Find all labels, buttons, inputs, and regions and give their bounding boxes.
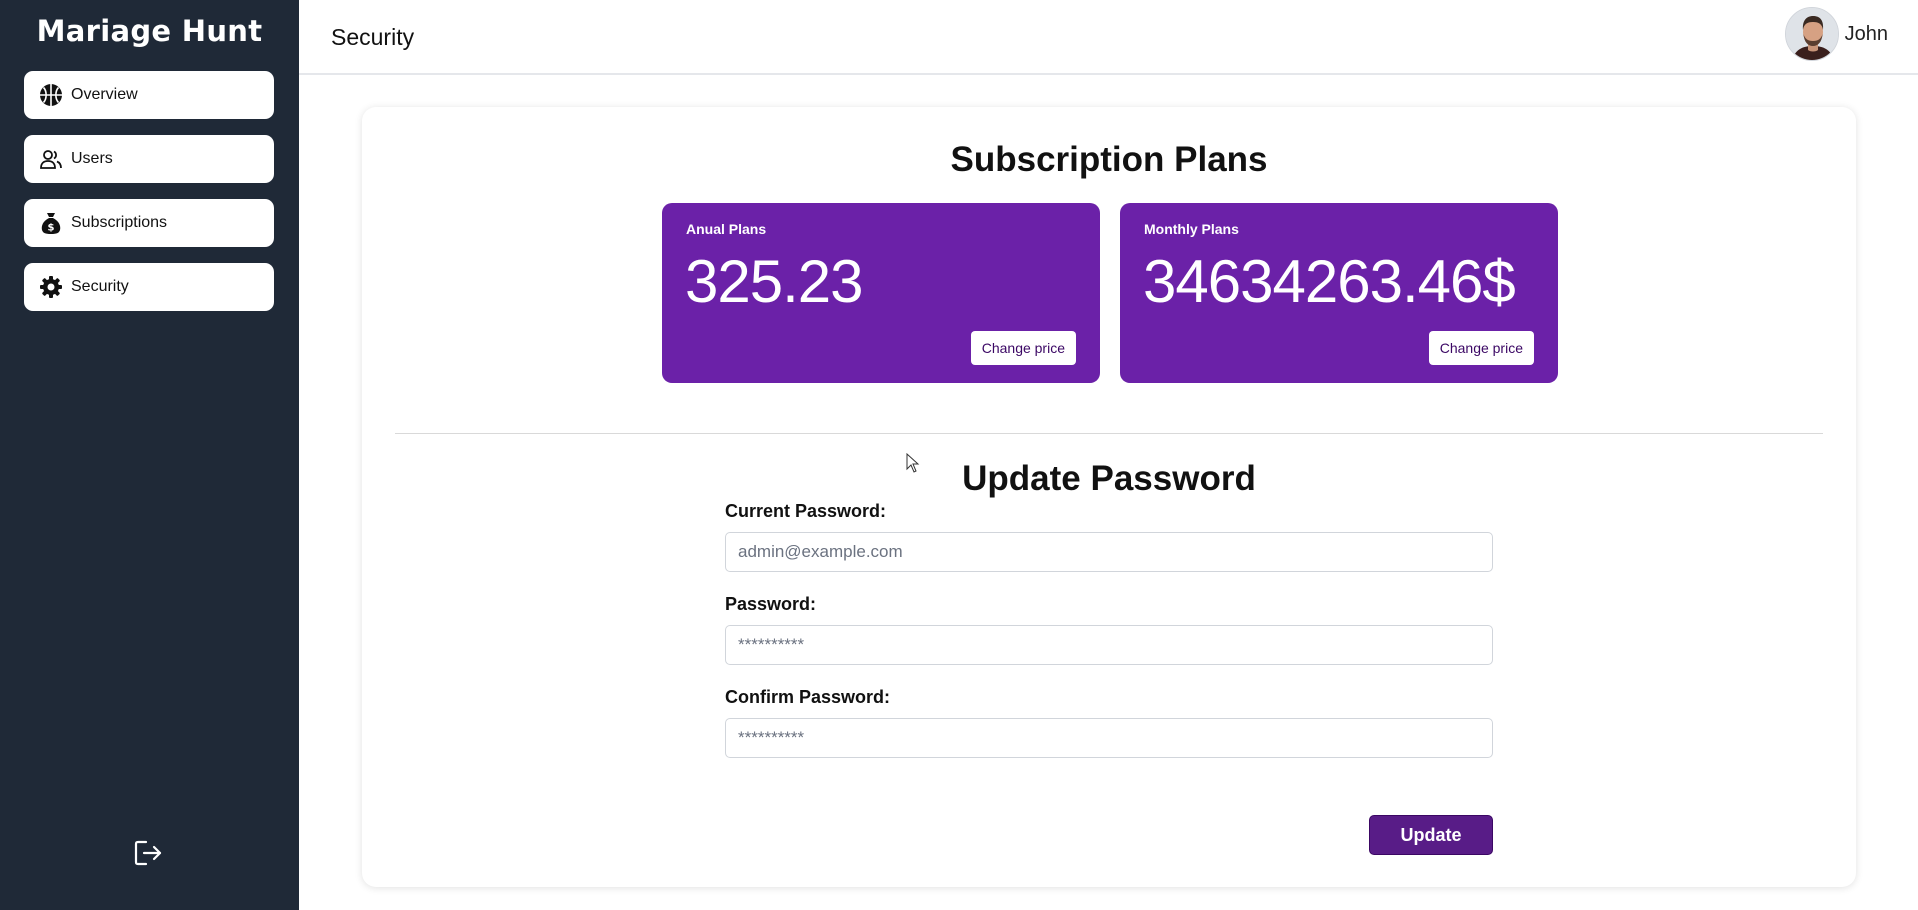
confirm-password-input[interactable] xyxy=(725,718,1493,758)
current-password-label: Current Password: xyxy=(725,501,887,521)
sidebar-item-security[interactable]: Security xyxy=(24,263,274,311)
sidebar-item-label: Users xyxy=(71,150,113,167)
sidebar-item-subscriptions[interactable]: $ Subscriptions xyxy=(24,199,274,247)
confirm-password-label: Confirm Password: xyxy=(725,687,891,707)
basketball-icon xyxy=(39,83,63,107)
top-header: Security John xyxy=(299,0,1918,75)
gear-icon xyxy=(39,275,63,299)
page-title: Security xyxy=(331,24,415,50)
sidebar: Mariage Hunt Overview Users $ Subscripti… xyxy=(0,0,299,910)
change-price-button[interactable]: Change price xyxy=(1428,331,1534,365)
sidebar-item-label: Overview xyxy=(71,86,138,103)
update-password-button[interactable]: Update xyxy=(1369,815,1493,855)
security-card: Subscription Plans Anual Plans 325.23 Ch… xyxy=(362,107,1856,887)
logout-icon[interactable] xyxy=(132,838,164,868)
change-price-button[interactable]: Change price xyxy=(970,331,1076,365)
users-icon xyxy=(39,147,63,171)
brand-title: Mariage Hunt xyxy=(36,14,263,48)
plan-price: 34634263.46$ xyxy=(1143,248,1516,315)
section-divider xyxy=(395,433,1823,434)
svg-text:$: $ xyxy=(48,223,55,234)
subscription-plans-title: Subscription Plans xyxy=(950,140,1268,179)
plan-card-monthly: Monthly Plans 34634263.46$ Change price xyxy=(1120,203,1558,383)
plan-price: 325.23 xyxy=(685,248,864,315)
update-password-form: Current Password: Password: Confirm Pass… xyxy=(725,501,1493,855)
mouse-cursor-icon xyxy=(906,452,920,478)
user-menu[interactable]: John xyxy=(1784,7,1888,61)
avatar[interactable] xyxy=(1784,7,1839,61)
plan-label: Monthly Plans xyxy=(1144,221,1239,237)
sidebar-item-overview[interactable]: Overview xyxy=(24,71,274,119)
plan-label: Anual Plans xyxy=(686,221,767,237)
password-label: Password: xyxy=(725,594,817,614)
update-password-title: Update Password xyxy=(962,459,1256,498)
sidebar-item-label: Subscriptions xyxy=(71,214,168,231)
plan-card-annual: Anual Plans 325.23 Change price xyxy=(662,203,1100,383)
password-input[interactable] xyxy=(725,625,1493,665)
money-bag-icon: $ xyxy=(39,211,63,235)
current-password-input[interactable] xyxy=(725,532,1493,572)
user-name: John xyxy=(1844,22,1888,45)
sidebar-item-label: Security xyxy=(71,278,129,295)
sidebar-item-users[interactable]: Users xyxy=(24,135,274,183)
